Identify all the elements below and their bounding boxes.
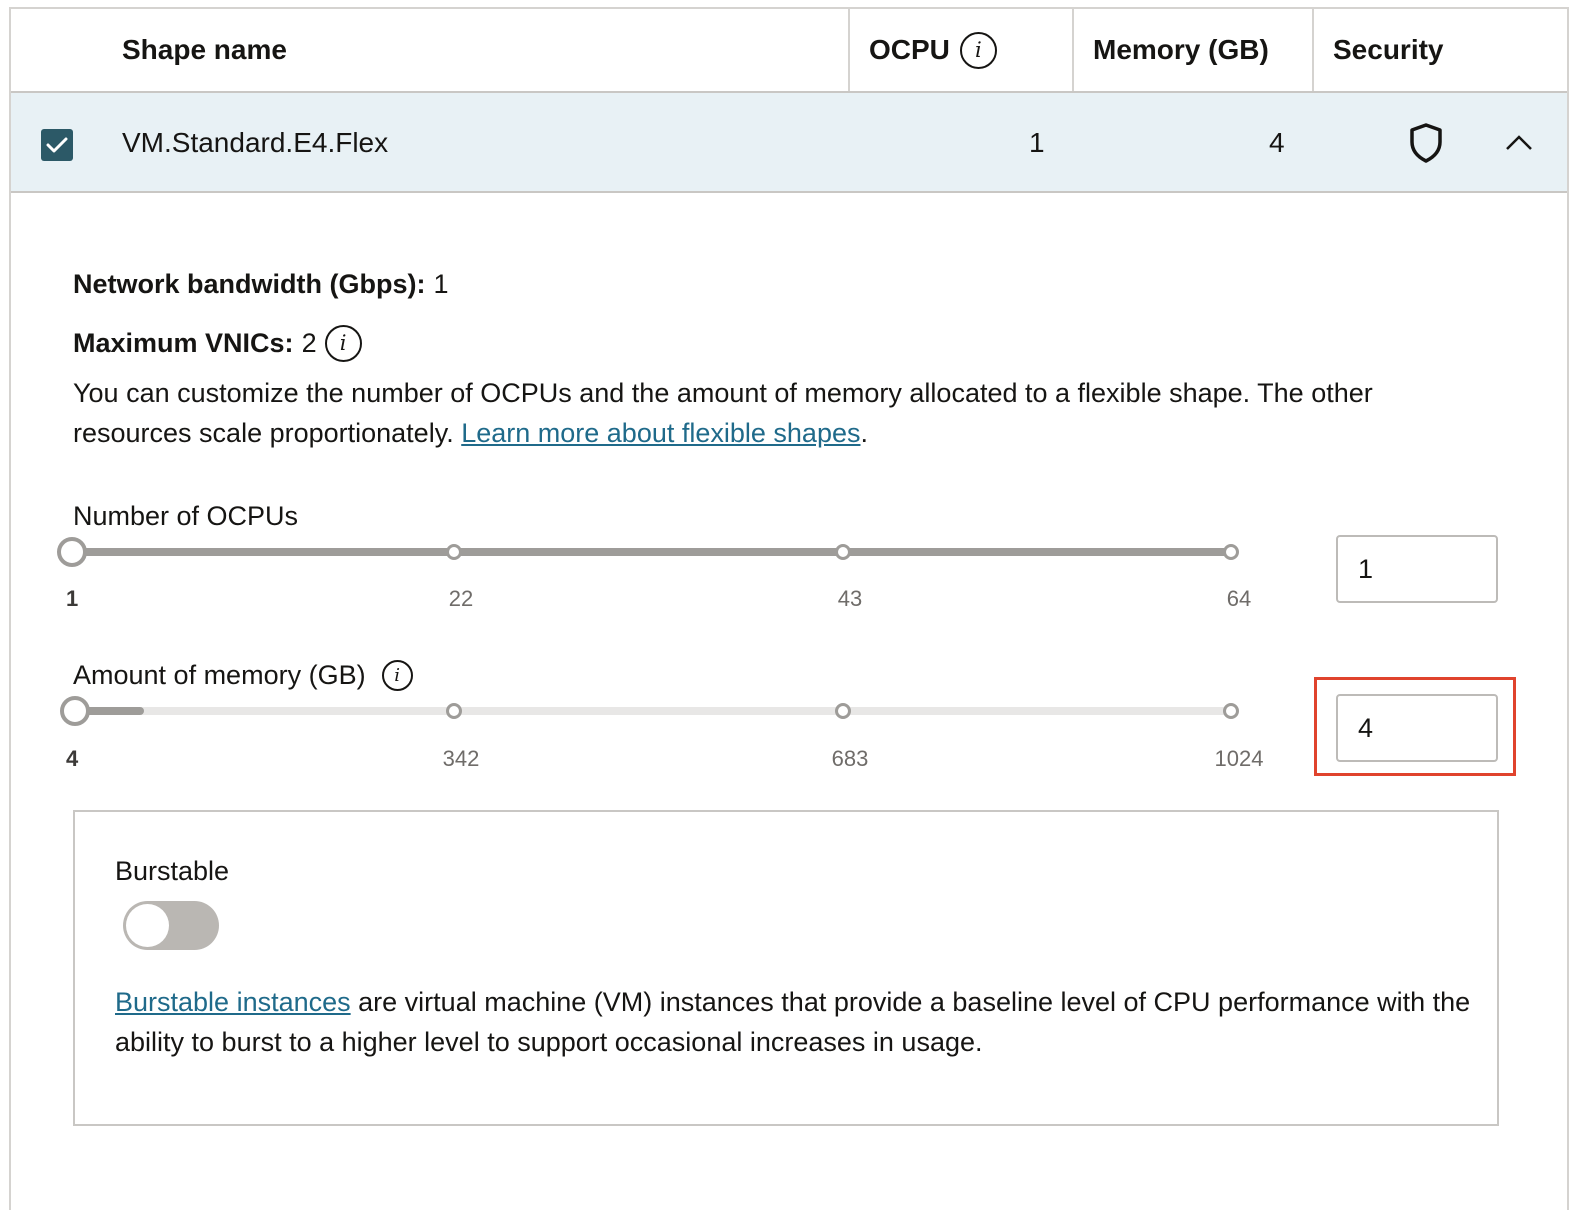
memory-tick: 342 [442, 746, 480, 771]
memory-tick: 1024 [1214, 746, 1264, 771]
header-memory[interactable]: Memory (GB) [1093, 9, 1269, 91]
memory-slider[interactable] [60, 696, 1239, 726]
collapse-row-button[interactable] [1505, 93, 1533, 193]
checkmark-icon [46, 137, 68, 153]
header-security[interactable]: Security [1333, 9, 1444, 91]
slider-stop[interactable] [1223, 544, 1239, 560]
ocpu-tick: 1 [66, 586, 79, 611]
info-icon[interactable]: i [959, 31, 997, 69]
toggle-knob [126, 904, 169, 947]
memory-slider-thumb[interactable] [60, 696, 90, 726]
burstable-section: Burstable Burstable instances are virtua… [73, 810, 1499, 1126]
shape-details-panel: Network bandwidth (Gbps): 1 Maximum VNIC… [11, 193, 1567, 1193]
learn-more-link[interactable]: Learn more about flexible shapes [461, 418, 860, 448]
info-icon[interactable]: i [324, 325, 362, 362]
shape-name-cell: VM.Standard.E4.Flex [122, 127, 389, 158]
header-shape-name[interactable]: Shape name [122, 9, 287, 91]
slider-stop[interactable] [835, 544, 851, 560]
slider-stop[interactable] [1223, 703, 1239, 719]
ocpu-tick: 64 [1226, 586, 1252, 611]
ocpu-tick: 22 [448, 586, 474, 611]
shape-table: Shape name OCPU i Memory (GB) Security V… [9, 7, 1569, 1210]
network-bandwidth-label: Network bandwidth (Gbps): [73, 269, 426, 299]
burstable-title: Burstable [115, 856, 230, 886]
burstable-toggle[interactable] [123, 901, 219, 950]
info-icon[interactable]: i [381, 660, 413, 691]
network-bandwidth: Network bandwidth (Gbps): 1 [73, 269, 449, 300]
security-cell [1408, 93, 1444, 193]
memory-cell: 4 [1269, 127, 1285, 158]
chevron-up-icon [1506, 135, 1532, 150]
memory-slider-label: Amount of memory (GB) i [73, 660, 413, 691]
ocpu-slider-label: Number of OCPUs [73, 501, 299, 531]
table-header: Shape name OCPU i Memory (GB) Security [11, 9, 1567, 93]
max-vnics-value: 2 [301, 328, 317, 358]
memory-tick: 683 [831, 746, 869, 771]
memory-input[interactable] [1336, 694, 1498, 762]
flexible-shape-description: You can customize the number of OCPUs an… [73, 373, 1463, 453]
ocpu-slider-thumb[interactable] [57, 537, 87, 567]
shield-icon [1410, 123, 1442, 163]
slider-stop[interactable] [446, 544, 462, 560]
memory-slider-label-text: Amount of memory (GB) [73, 660, 366, 690]
network-bandwidth-value: 1 [433, 269, 449, 299]
column-divider [848, 9, 850, 91]
ocpu-cell: 1 [1029, 127, 1045, 158]
burstable-instances-link[interactable]: Burstable instances [115, 987, 351, 1017]
header-ocpu[interactable]: OCPU i [869, 9, 997, 91]
row-checkbox[interactable] [41, 129, 73, 161]
burstable-description: Burstable instances are virtual machine … [115, 982, 1485, 1062]
max-vnics-label: Maximum VNICs: [73, 328, 294, 358]
slider-stop[interactable] [446, 703, 462, 719]
ocpu-input[interactable] [1336, 535, 1498, 603]
column-divider [1312, 9, 1314, 91]
memory-tick: 4 [66, 746, 79, 771]
description-end: . [860, 418, 868, 448]
header-ocpu-label: OCPU [869, 34, 950, 65]
ocpu-tick: 43 [837, 586, 863, 611]
max-vnics: Maximum VNICs: 2 i [73, 325, 362, 362]
column-divider [1072, 9, 1074, 91]
slider-stop[interactable] [835, 703, 851, 719]
table-row[interactable]: VM.Standard.E4.Flex 1 4 [11, 93, 1567, 193]
ocpu-slider[interactable] [57, 537, 1239, 567]
